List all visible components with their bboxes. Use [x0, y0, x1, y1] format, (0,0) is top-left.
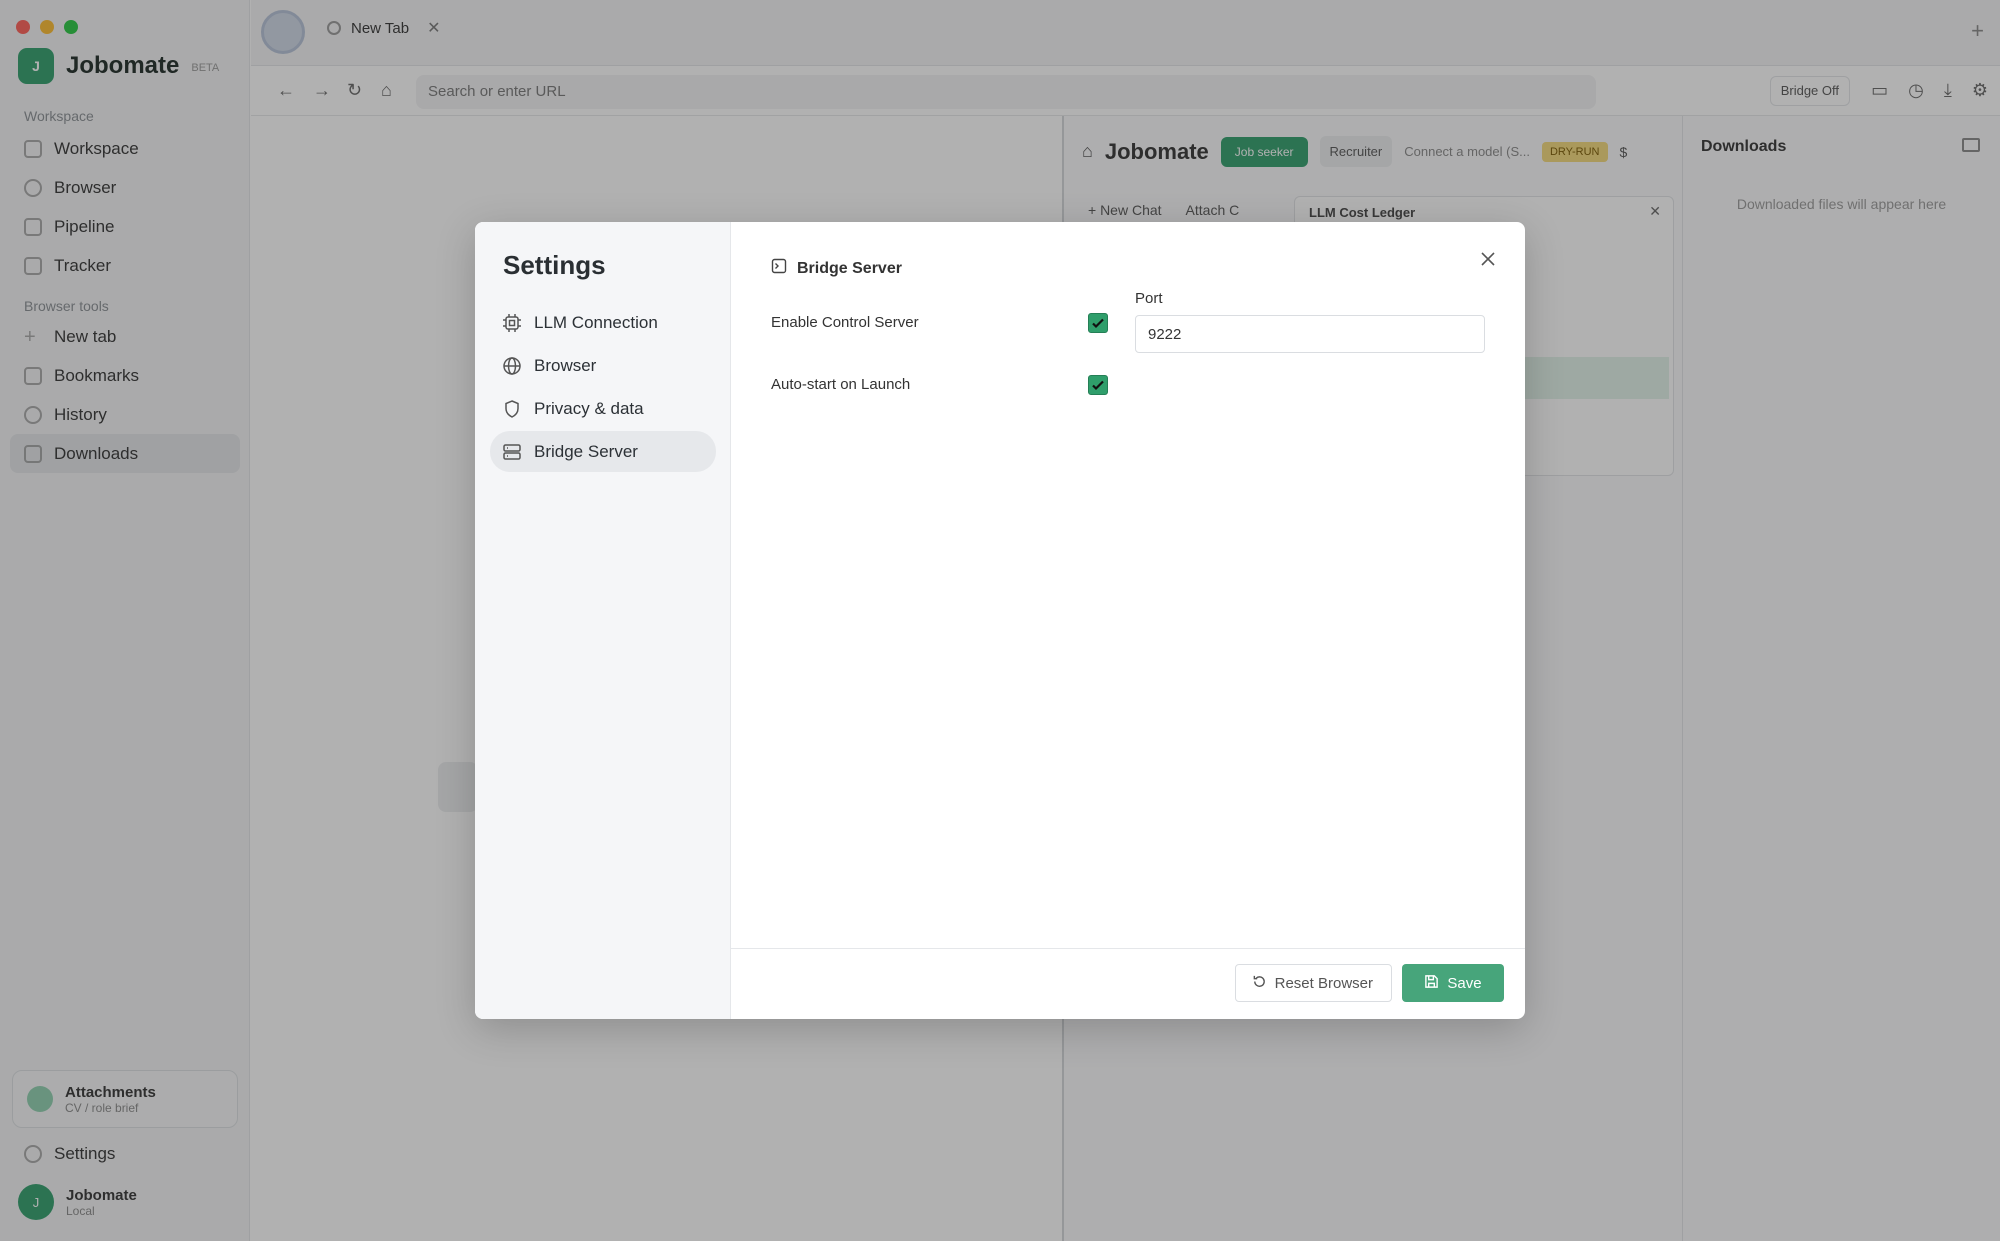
- enable-control-server-label: Enable Control Server: [771, 314, 919, 331]
- settings-nav-privacy[interactable]: Privacy & data: [490, 388, 716, 429]
- app-window: J Jobomate BETA Workspace Workspace Brow…: [0, 0, 2000, 1241]
- port-label: Port: [1135, 290, 1163, 307]
- shield-icon: [502, 399, 522, 419]
- save-button[interactable]: Save: [1402, 964, 1504, 1002]
- server-icon: [502, 442, 522, 462]
- reset-icon: [1252, 974, 1267, 993]
- settings-modal: Settings LLM Connection Browser Privacy …: [475, 222, 1525, 1019]
- save-icon: [1424, 974, 1439, 993]
- settings-nav-list: LLM Connection Browser Privacy & data Br…: [490, 302, 716, 474]
- settings-nav-browser[interactable]: Browser: [490, 345, 716, 386]
- settings-content: Bridge Server Enable Control Server Port…: [731, 222, 1525, 948]
- terminal-icon: [771, 258, 787, 279]
- settings-nav-bridge-server[interactable]: Bridge Server: [490, 431, 716, 472]
- port-input[interactable]: [1135, 315, 1485, 353]
- chip-icon: [502, 313, 522, 333]
- settings-footer: Reset Browser Save: [731, 948, 1525, 1019]
- section-heading: Bridge Server: [771, 258, 902, 279]
- section-title: Bridge Server: [797, 259, 902, 277]
- settings-nav-llm-connection[interactable]: LLM Connection: [490, 302, 716, 343]
- enable-control-server-checkbox[interactable]: [1088, 313, 1108, 333]
- auto-start-checkbox[interactable]: [1088, 375, 1108, 395]
- settings-nav: Settings LLM Connection Browser Privacy …: [475, 222, 731, 1019]
- close-icon[interactable]: [1477, 248, 1499, 270]
- auto-start-label: Auto-start on Launch: [771, 376, 911, 393]
- reset-browser-button[interactable]: Reset Browser: [1234, 964, 1392, 1002]
- settings-title: Settings: [503, 250, 606, 280]
- globe-icon: [502, 356, 522, 376]
